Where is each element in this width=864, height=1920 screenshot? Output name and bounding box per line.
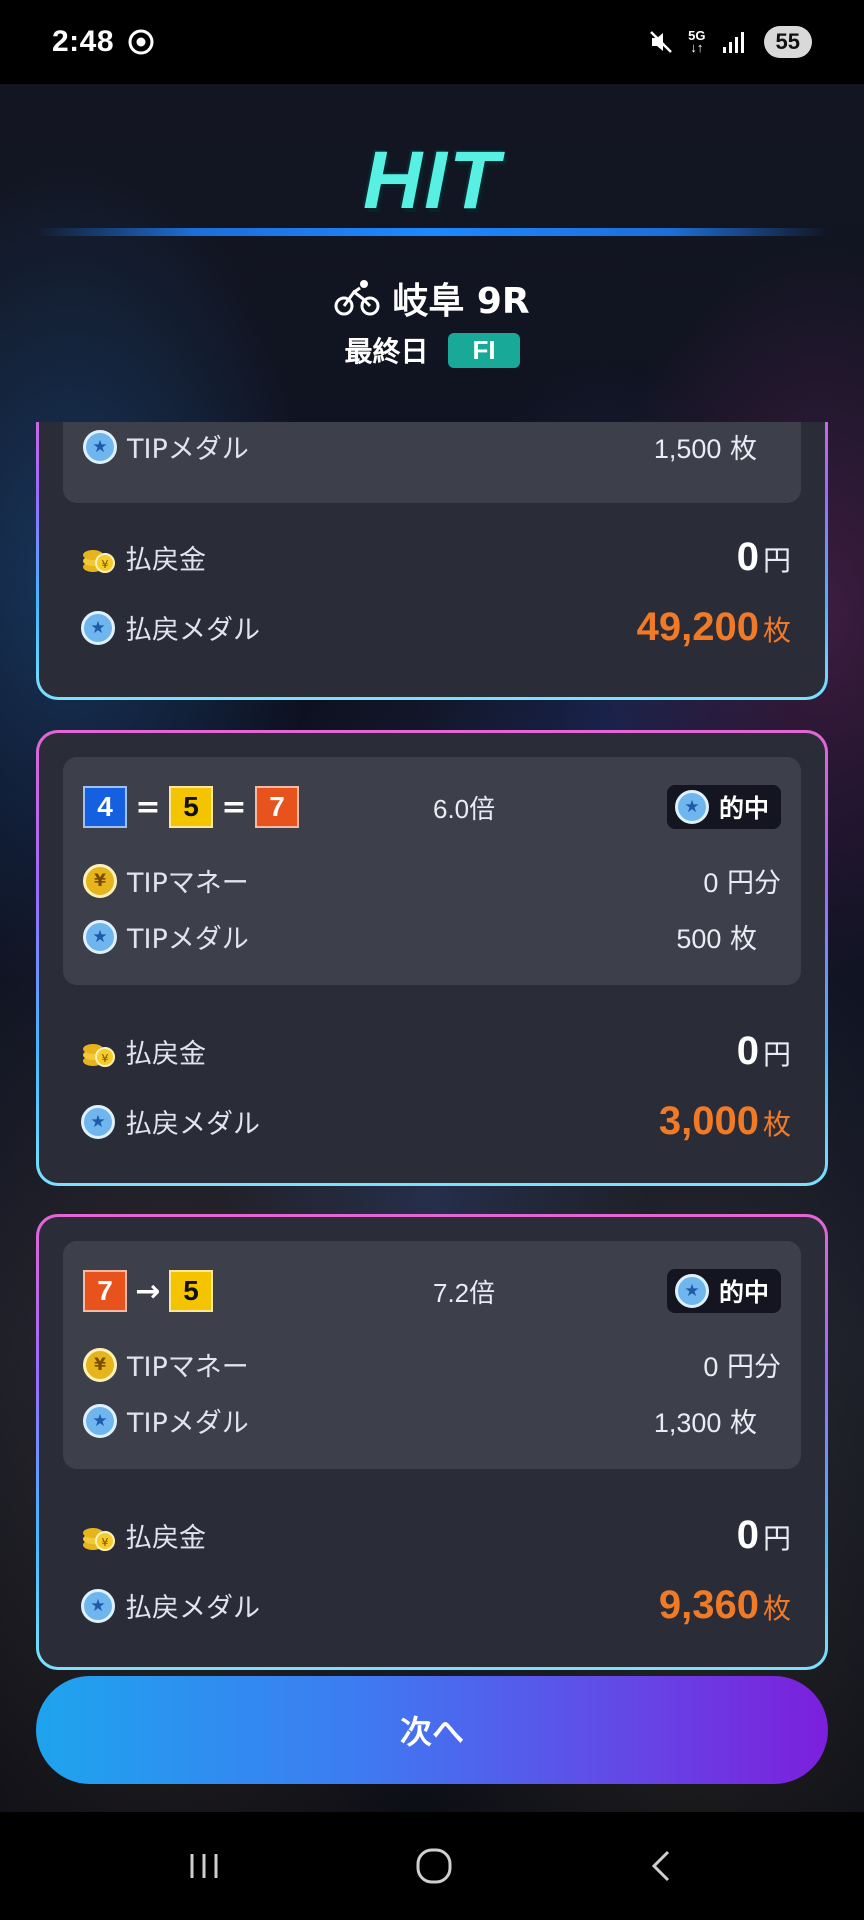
star-medal-icon: ★ [81,610,115,645]
star-medal-icon: ★ [83,1403,117,1438]
hit-logo: HIT [362,135,502,226]
coin-stack-icon: ¥ [81,1519,115,1553]
result-card: 4 = 5 = 7 6.0倍 ★ 的中 ¥ TIPマネー 0 円分 ★ TIPメ… [36,730,828,1186]
bike-number-box: 5 [169,786,213,828]
chrome-icon [128,29,154,55]
race-title: 岐阜 9R [0,272,864,324]
race-name: 岐阜 9R [392,281,530,322]
star-medal-icon: ★ [81,1588,115,1623]
yen-coin-icon: ¥ [83,863,117,898]
bet-detail-panel: ★ TIPメダル 1,500 枚 [63,422,801,503]
home-icon[interactable] [412,1844,456,1888]
payout-medal-row: ★ 払戻メダル 9,360 枚 [81,1583,791,1628]
star-medal-icon: ★ [83,919,117,954]
tip-medal-row: ★ TIPメダル 500 枚 [83,917,781,956]
bet-combination: 7 → 5 [83,1270,213,1312]
payout-row: ¥ 払戻金 0円 [81,535,791,580]
bet-detail-panel: 4 = 5 = 7 6.0倍 ★ 的中 ¥ TIPマネー 0 円分 ★ TIPメ… [63,757,801,985]
back-icon[interactable] [644,1846,680,1886]
bet-combination: 4 = 5 = 7 [83,786,299,828]
svg-text:¥: ¥ [102,558,109,571]
yen-coin-icon: ¥ [83,1347,117,1382]
payout-row: ¥ 払戻金 0円 [81,1513,791,1558]
tip-medal-row: ★ TIPメダル 1,500 枚 [83,427,781,466]
result-card: ★ TIPメダル 1,500 枚 ¥ 払戻金 0円 ★ 払戻メダル 49,200… [36,422,828,700]
bicycle-icon [334,280,380,316]
mute-icon [650,31,673,53]
race-subtitle: 最終日 FI [0,330,864,370]
next-button[interactable]: 次へ [36,1676,828,1784]
tip-money-row: ¥ TIPマネー 0 円分 [83,1345,781,1384]
results-list[interactable]: ★ TIPメダル 1,500 枚 ¥ 払戻金 0円 ★ 払戻メダル 49,200… [0,422,864,1674]
tip-medal-row: ★ TIPメダル 1,300 枚 [83,1401,781,1440]
svg-text:¥: ¥ [102,1536,109,1549]
bike-number-box: 4 [83,786,127,828]
tip-money-row: ¥ TIPマネー 0 円分 [83,861,781,900]
payout-row: ¥ 払戻金 0円 [81,1029,791,1074]
bike-number-box: 7 [83,1270,127,1312]
bet-detail-panel: 7 → 5 7.2倍 ★ 的中 ¥ TIPマネー 0 円分 ★ TIPメダル 1… [63,1241,801,1469]
odds: 6.0倍 [433,793,496,824]
recent-apps-icon[interactable] [184,1848,224,1884]
hit-badge: ★ 的中 [666,1269,781,1313]
bike-number-box: 7 [255,786,299,828]
network-type: 5G ↓↑ [688,28,706,55]
odds: 7.2倍 [433,1277,496,1308]
status-time: 2:48 [52,25,115,58]
bike-number-box: 5 [169,1270,213,1312]
star-medal-icon: ★ [81,1104,115,1139]
payout-medal-row: ★ 払戻メダル 49,200 枚 [81,605,791,650]
grade-badge: FI [448,332,520,368]
signal-icon [722,32,744,53]
coin-stack-icon: ¥ [81,1035,115,1069]
coin-stack-icon: ¥ [81,541,115,575]
status-bar: 2:48 5G ↓↑ 55 [0,0,864,84]
race-day: 最終日 [344,335,429,368]
star-medal-icon: ★ [674,790,709,824]
battery-level: 55 [763,26,812,58]
result-card: 7 → 5 7.2倍 ★ 的中 ¥ TIPマネー 0 円分 ★ TIPメダル 1… [36,1214,828,1670]
payout-medal-row: ★ 払戻メダル 3,000 枚 [81,1099,791,1144]
logo-underline [36,228,828,236]
svg-text:¥: ¥ [102,1052,109,1065]
star-medal-icon: ★ [83,429,117,464]
star-medal-icon: ★ [674,1274,709,1308]
system-nav-bar [0,1812,864,1920]
bet-combination-row: 7 → 5 7.2倍 ★ 的中 [83,1269,781,1313]
bet-combination-row: 4 = 5 = 7 6.0倍 ★ 的中 [83,785,781,829]
hit-badge: ★ 的中 [666,785,781,829]
